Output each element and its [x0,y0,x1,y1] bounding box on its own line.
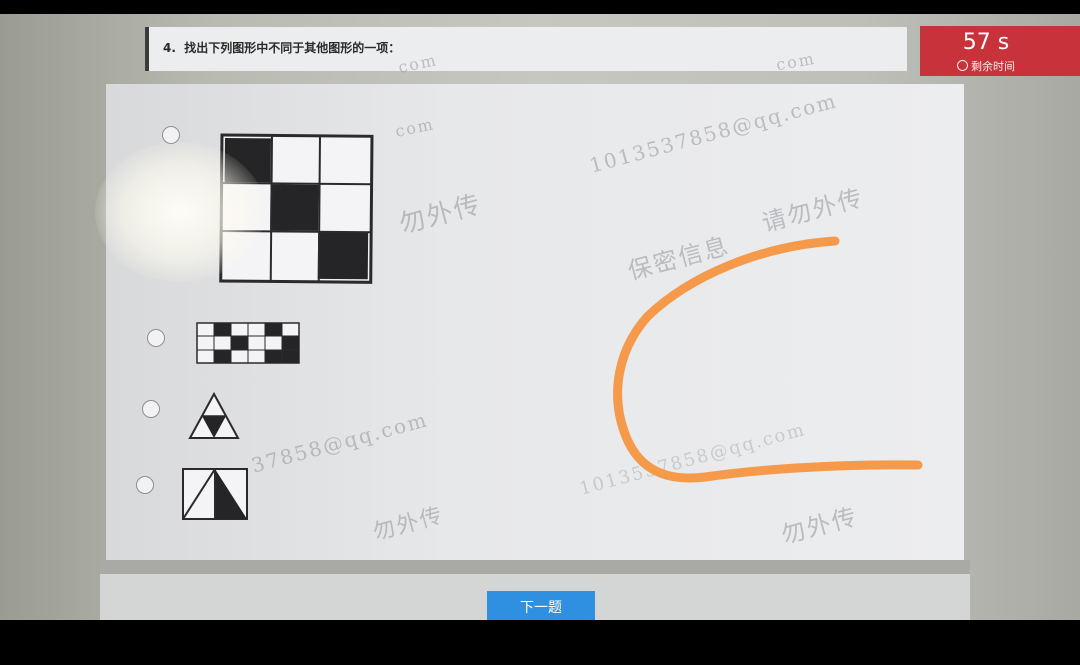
screen: 4. 找出下列图形中不同于其他图形的一项： 57 s 剩余时间 com com … [0,14,1080,620]
next-question-button[interactable]: 下一题 [487,591,595,620]
orange-annotation-stroke [613,236,923,483]
